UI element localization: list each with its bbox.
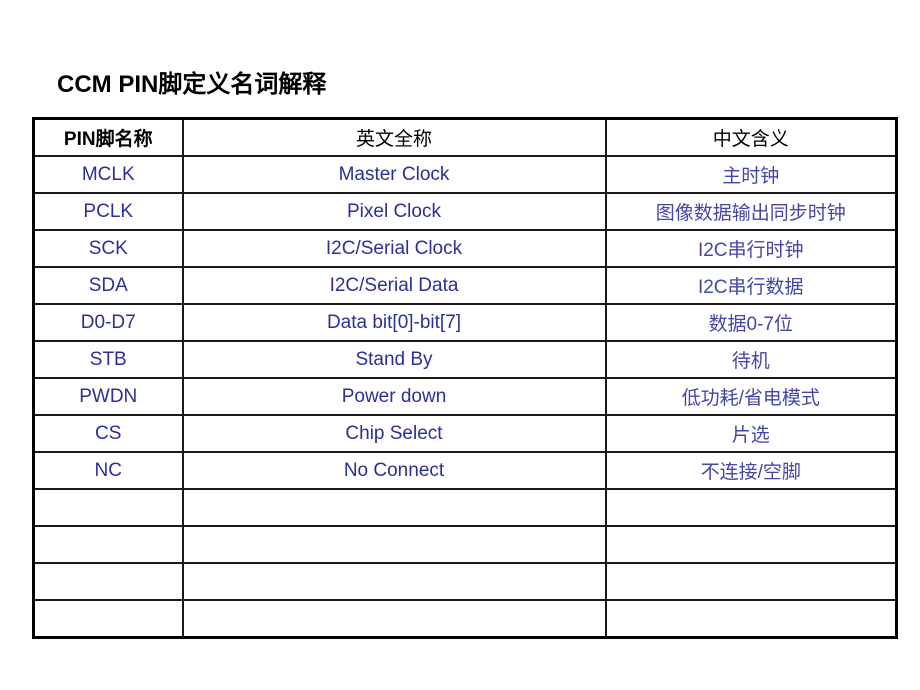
cell-pin-name bbox=[32, 599, 184, 639]
cell-pin-name bbox=[32, 525, 184, 564]
cell-chinese-meaning bbox=[604, 562, 898, 601]
table-row: CS Chip Select 片选 bbox=[32, 414, 898, 453]
cell-english-name: Chip Select bbox=[181, 414, 607, 453]
table-row bbox=[32, 488, 898, 527]
cell-english-name: I2C/Serial Clock bbox=[181, 229, 607, 268]
cell-english-name: I2C/Serial Data bbox=[181, 266, 607, 305]
table-header-row: PIN脚名称 英文全称 中文含义 bbox=[32, 117, 898, 157]
table-row: D0-D7 Data bit[0]-bit[7] 数据0-7位 bbox=[32, 303, 898, 342]
cell-english-name: Master Clock bbox=[181, 155, 607, 194]
cell-chinese-meaning: 数据0-7位 bbox=[604, 303, 898, 342]
cell-chinese-meaning bbox=[604, 599, 898, 639]
cell-chinese-meaning bbox=[604, 488, 898, 527]
cell-pin-name: STB bbox=[32, 340, 184, 379]
cell-pin-name bbox=[32, 562, 184, 601]
header-english-name: 英文全称 bbox=[181, 117, 607, 157]
cell-english-name bbox=[181, 525, 607, 564]
cell-english-name: Stand By bbox=[181, 340, 607, 379]
cell-chinese-meaning: 低功耗/省电模式 bbox=[604, 377, 898, 416]
cell-pin-name: CS bbox=[32, 414, 184, 453]
cell-english-name bbox=[181, 488, 607, 527]
cell-chinese-meaning: 不连接/空脚 bbox=[604, 451, 898, 490]
cell-pin-name: MCLK bbox=[32, 155, 184, 194]
cell-pin-name: D0-D7 bbox=[32, 303, 184, 342]
cell-chinese-meaning: 图像数据输出同步时钟 bbox=[604, 192, 898, 231]
cell-chinese-meaning: 待机 bbox=[604, 340, 898, 379]
table-row: NC No Connect 不连接/空脚 bbox=[32, 451, 898, 490]
cell-english-name: Pixel Clock bbox=[181, 192, 607, 231]
cell-pin-name: PWDN bbox=[32, 377, 184, 416]
cell-chinese-meaning: I2C串行时钟 bbox=[604, 229, 898, 268]
cell-english-name: No Connect bbox=[181, 451, 607, 490]
page-title: CCM PIN脚定义名词解释 bbox=[57, 71, 327, 98]
cell-chinese-meaning bbox=[604, 525, 898, 564]
cell-pin-name: NC bbox=[32, 451, 184, 490]
table-row: MCLK Master Clock 主时钟 bbox=[32, 155, 898, 194]
table-row: SDA I2C/Serial Data I2C串行数据 bbox=[32, 266, 898, 305]
cell-pin-name bbox=[32, 488, 184, 527]
cell-english-name bbox=[181, 599, 607, 639]
cell-chinese-meaning: 片选 bbox=[604, 414, 898, 453]
cell-chinese-meaning: 主时钟 bbox=[604, 155, 898, 194]
cell-english-name bbox=[181, 562, 607, 601]
cell-english-name: Data bit[0]-bit[7] bbox=[181, 303, 607, 342]
cell-pin-name: SCK bbox=[32, 229, 184, 268]
table-row: STB Stand By 待机 bbox=[32, 340, 898, 379]
cell-pin-name: SDA bbox=[32, 266, 184, 305]
cell-english-name: Power down bbox=[181, 377, 607, 416]
table-row: SCK I2C/Serial Clock I2C串行时钟 bbox=[32, 229, 898, 268]
table-row bbox=[32, 562, 898, 601]
table-row: PWDN Power down 低功耗/省电模式 bbox=[32, 377, 898, 416]
table-row: PCLK Pixel Clock 图像数据输出同步时钟 bbox=[32, 192, 898, 231]
pin-definition-table: PIN脚名称 英文全称 中文含义 MCLK Master Clock 主时钟 PCLK… bbox=[32, 117, 898, 639]
table-row bbox=[32, 599, 898, 639]
cell-chinese-meaning: I2C串行数据 bbox=[604, 266, 898, 305]
header-pin-name: PIN脚名称 bbox=[32, 117, 184, 157]
table-row bbox=[32, 525, 898, 564]
header-chinese-meaning: 中文含义 bbox=[604, 117, 898, 157]
cell-pin-name: PCLK bbox=[32, 192, 184, 231]
